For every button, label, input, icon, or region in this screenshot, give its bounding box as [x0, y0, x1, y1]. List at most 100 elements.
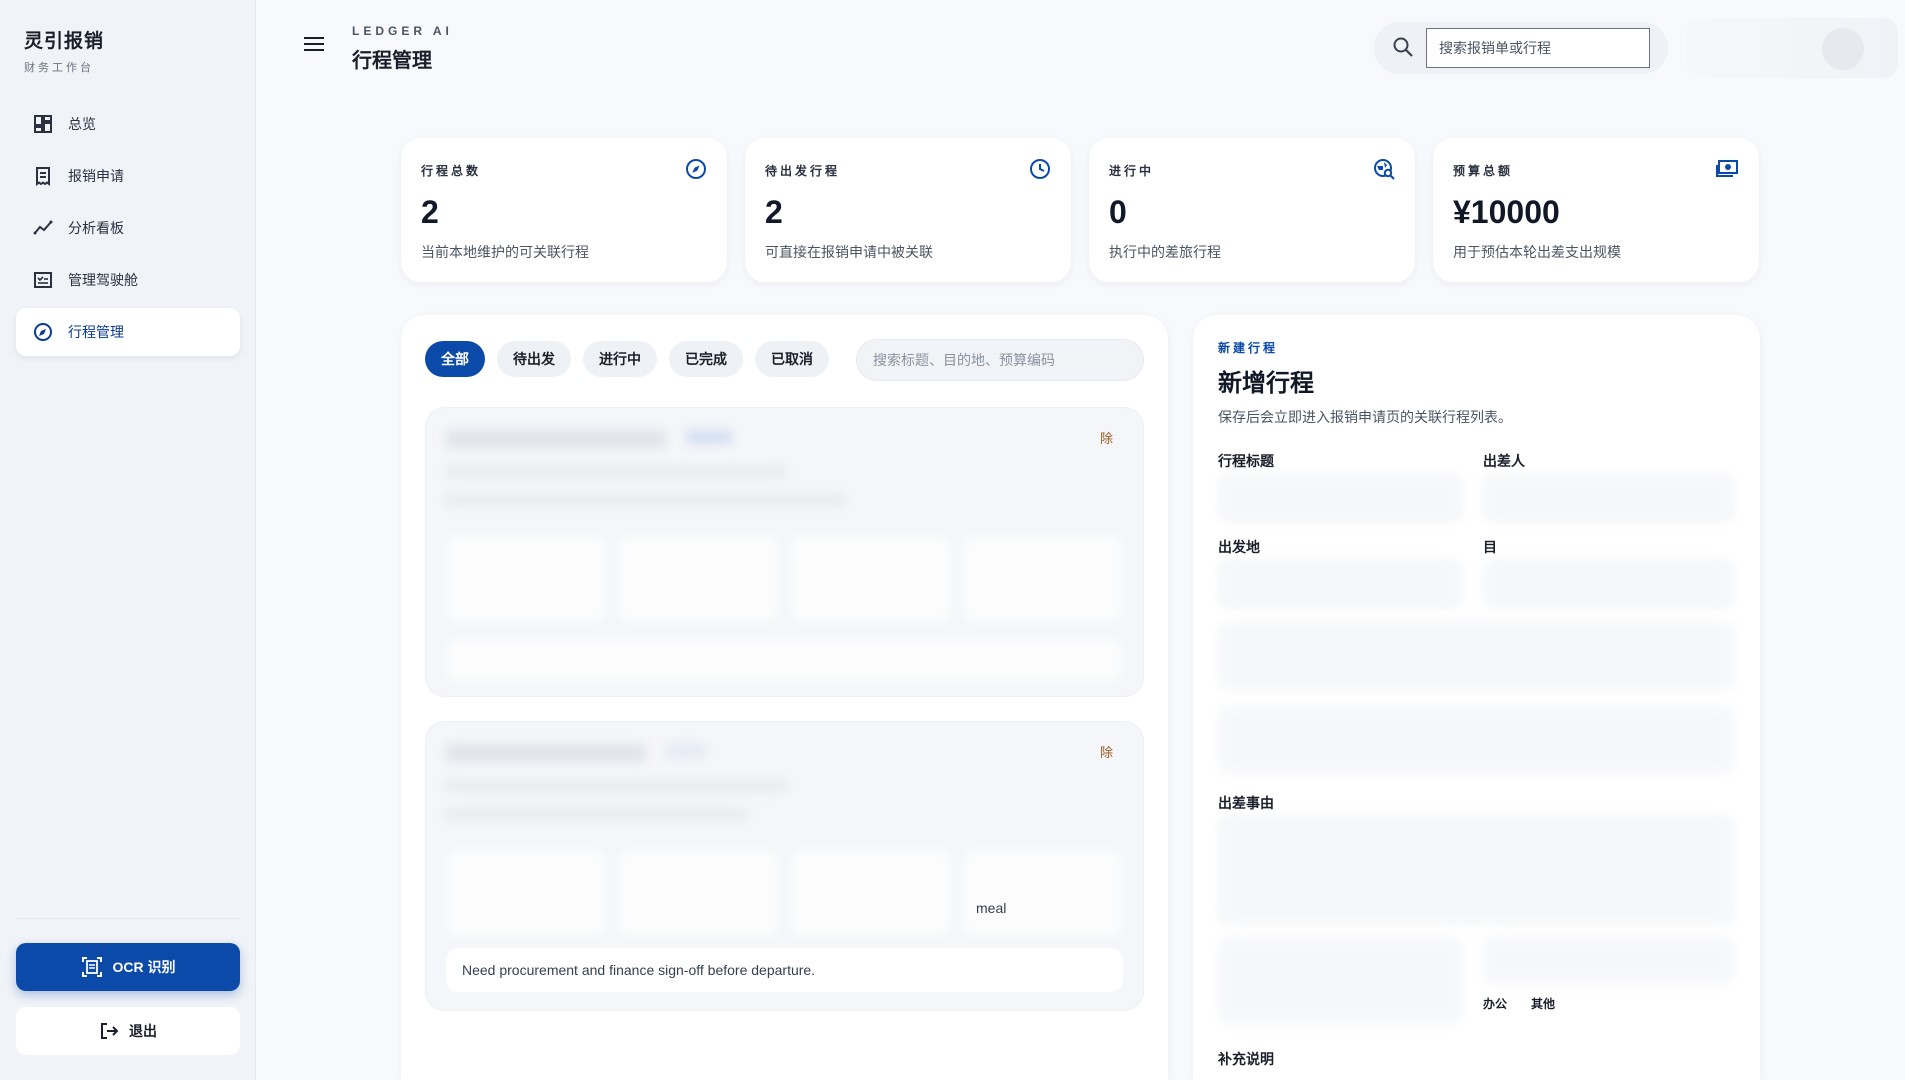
brand-name: 灵引报销	[24, 31, 105, 52]
sidebar-item-label: 报销申请	[68, 168, 124, 184]
trip-dates	[446, 494, 846, 506]
stat-desc: 可直接在报销申请中被关联	[765, 244, 933, 260]
stat-desc: 当前本地维护的可关联行程	[421, 244, 589, 260]
stat-card-pending: 待出发行程 2 可直接在报销申请中被关联	[745, 138, 1071, 282]
tag-other[interactable]: 其他	[1531, 995, 1555, 1012]
ocr-button[interactable]: OCR 识别	[16, 943, 240, 991]
trip-detail-cell	[962, 536, 1123, 622]
stat-value: 0	[1109, 194, 1127, 230]
trip-search-input[interactable]	[856, 339, 1144, 381]
destination-input[interactable]	[1483, 559, 1735, 609]
sidebar-bottom: OCR 识别 退出	[16, 918, 240, 1055]
trip-detail-cell	[790, 850, 951, 936]
note-label: 补充说明	[1218, 1051, 1274, 1067]
stat-label: 预算总额	[1453, 164, 1514, 178]
trip-details	[446, 850, 1123, 936]
status-filters: 全部 待出发 进行中 已完成 已取消	[425, 341, 841, 377]
receipt-icon	[32, 165, 54, 187]
stat-desc: 用于预估本轮出差支出规模	[1453, 244, 1621, 260]
stat-label: 进行中	[1109, 164, 1155, 178]
stat-value: 2	[421, 194, 439, 230]
sidebar-item-management[interactable]: 管理驾驶舱	[16, 256, 240, 304]
search-icon	[1392, 36, 1414, 63]
sidebar-item-label: 行程管理	[68, 324, 124, 340]
status-badge	[686, 430, 732, 444]
trip-detail-cell	[790, 536, 951, 622]
new-trip-form: 新建行程 新增行程 保存后会立即进入报销申请页的关联行程列表。 行程标题 出差人…	[1193, 315, 1760, 1080]
filter-chip-cancelled[interactable]: 已取消	[755, 341, 829, 377]
travel-explore-icon	[1373, 158, 1395, 185]
clock-icon	[1029, 158, 1051, 185]
sidebar: 灵引报销 财务工作台 总览 报销申请 分析看板 管理驾驶舱 行程管理 OCR 识…	[0, 0, 256, 1080]
expense-type-field[interactable]	[1483, 935, 1735, 985]
sidebar-item-trips[interactable]: 行程管理	[16, 308, 240, 356]
page-heading: LEDGER AI 行程管理	[352, 24, 453, 73]
delete-trip-button[interactable]: 除	[1100, 428, 1113, 447]
sidebar-item-reimbursement[interactable]: 报销申请	[16, 152, 240, 200]
sidebar-item-analytics[interactable]: 分析看板	[16, 204, 240, 252]
page-eyebrow: LEDGER AI	[352, 24, 453, 38]
trip-title-input[interactable]	[1218, 473, 1463, 523]
traveler-input[interactable]	[1483, 473, 1735, 523]
reason-textarea[interactable]	[1218, 815, 1735, 925]
ocr-button-label: OCR 识别	[112, 959, 176, 975]
trip-detail-text: meal	[976, 900, 1007, 916]
compass-icon	[32, 321, 54, 343]
user-menu[interactable]	[1686, 18, 1898, 78]
logout-button[interactable]: 退出	[16, 1007, 240, 1055]
trip-title	[446, 744, 646, 762]
trend-chart-icon	[32, 217, 54, 239]
trip-detail-cell	[962, 850, 1123, 936]
avatar[interactable]	[1822, 28, 1864, 70]
trip-details	[446, 536, 1123, 622]
trip-detail-cell	[618, 536, 779, 622]
stat-card-total: 行程总数 2 当前本地维护的可关联行程	[401, 138, 727, 282]
budget-code-field[interactable]	[1218, 935, 1463, 1025]
dashboard-icon	[32, 113, 54, 135]
checklist-icon	[32, 269, 54, 291]
budget-fields[interactable]	[1218, 705, 1735, 775]
compass-icon	[685, 158, 707, 185]
stat-value: 2	[765, 194, 783, 230]
logout-button-label: 退出	[129, 1023, 157, 1039]
origin-input[interactable]	[1218, 559, 1463, 609]
trip-title-label: 行程标题	[1218, 453, 1274, 469]
stat-label: 待出发行程	[765, 164, 841, 178]
stat-value: ¥10000	[1453, 194, 1560, 230]
filter-chip-all[interactable]: 全部	[425, 341, 485, 377]
sidebar-nav: 总览 报销申请 分析看板 管理驾驶舱 行程管理	[16, 100, 240, 360]
menu-icon[interactable]	[304, 36, 324, 57]
trip-title	[446, 430, 666, 448]
brand-subtitle: 财务工作台	[24, 62, 94, 74]
global-search	[1374, 22, 1668, 74]
delete-trip-button[interactable]: 除	[1100, 742, 1113, 761]
sidebar-item-label: 管理驾驶舱	[68, 272, 138, 288]
tag-office[interactable]: 办公	[1483, 995, 1507, 1012]
filter-chip-completed[interactable]: 已完成	[669, 341, 743, 377]
filter-chip-in-progress[interactable]: 进行中	[583, 341, 657, 377]
traveler-label: 出差人	[1483, 453, 1525, 469]
sidebar-item-label: 分析看板	[68, 220, 124, 236]
global-search-input[interactable]	[1426, 28, 1650, 68]
sidebar-item-overview[interactable]: 总览	[16, 100, 240, 148]
money-icon	[1715, 158, 1739, 185]
trip-dates	[446, 808, 746, 820]
status-badge	[666, 744, 706, 758]
filter-chip-pending[interactable]: 待出发	[497, 341, 571, 377]
trip-detail-cell	[618, 850, 779, 936]
stat-desc: 执行中的差旅行程	[1109, 244, 1221, 260]
trip-route	[446, 466, 786, 478]
trip-detail-cell	[446, 536, 607, 622]
date-fields[interactable]	[1218, 621, 1735, 691]
stat-label: 行程总数	[421, 164, 482, 178]
trip-card[interactable]: 除	[425, 407, 1144, 697]
trip-note	[446, 638, 1123, 682]
trip-card[interactable]: 除 meal Need procurement and finance sign…	[425, 721, 1144, 1011]
trip-route	[446, 780, 786, 792]
origin-label: 出发地	[1218, 539, 1260, 555]
logout-icon	[99, 1021, 119, 1041]
reason-label: 出差事由	[1218, 795, 1274, 811]
trip-detail-cell	[446, 850, 607, 936]
brand: 灵引报销 财务工作台	[24, 26, 104, 75]
page-title: 行程管理	[352, 50, 432, 72]
